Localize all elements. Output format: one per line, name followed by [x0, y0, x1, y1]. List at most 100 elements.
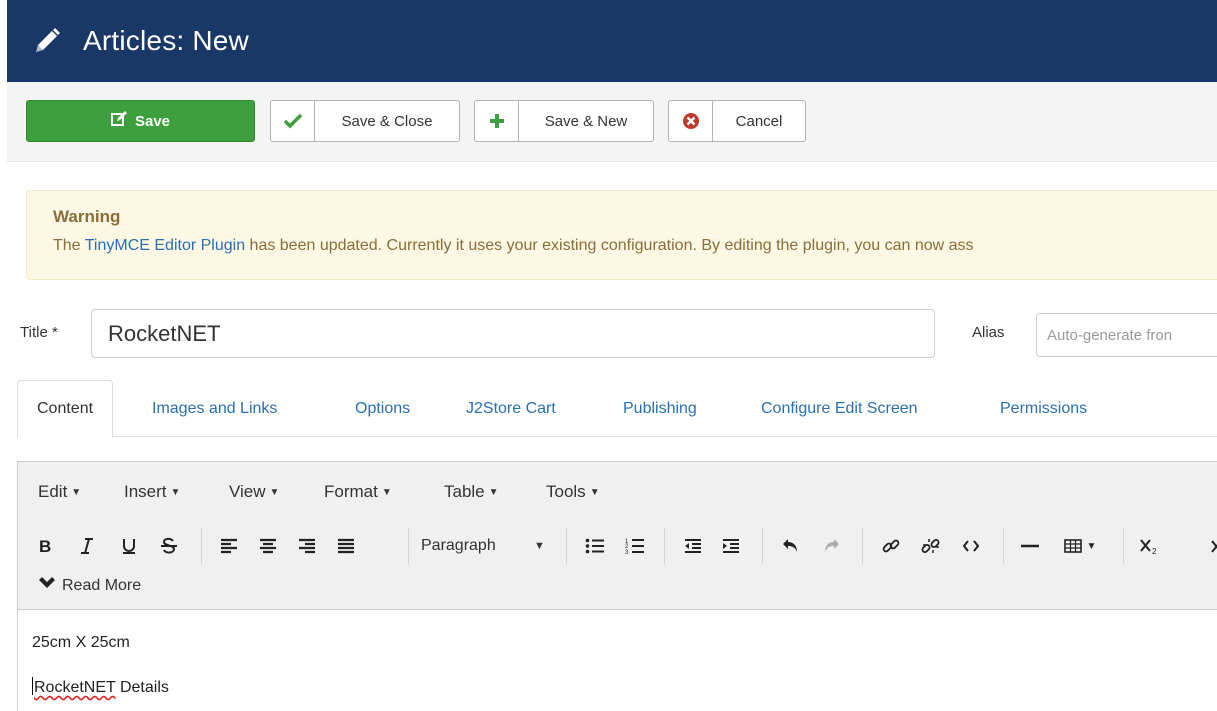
subscript-button[interactable]: 2	[1136, 532, 1162, 560]
italic-button[interactable]	[74, 532, 100, 560]
title-input[interactable]: RocketNET	[91, 309, 935, 358]
read-more-button[interactable]: Read More	[38, 570, 141, 602]
italic-icon	[80, 537, 94, 555]
horizontal-rule-icon	[1020, 543, 1040, 549]
alias-label: Alias	[972, 324, 1005, 341]
menu-format[interactable]: Format ▼	[324, 482, 392, 502]
table-button[interactable]: ▼	[1058, 532, 1102, 560]
numbered-list-button[interactable]: 123	[622, 532, 648, 560]
toolbar-separator	[566, 528, 567, 564]
tab-publishing[interactable]: Publishing	[623, 380, 697, 437]
menu-insert[interactable]: Insert ▼	[124, 482, 180, 502]
save-close-label: Save & Close	[341, 112, 433, 130]
tab-content[interactable]: Content	[17, 380, 114, 438]
toolbar-separator	[1123, 528, 1124, 564]
menu-edit[interactable]: Edit ▼	[38, 482, 81, 502]
indent-button[interactable]	[718, 532, 744, 560]
table-icon	[1063, 539, 1082, 553]
toolbar-separator	[664, 528, 665, 564]
caret-down-icon: ▼	[170, 487, 181, 498]
align-left-button[interactable]	[216, 532, 242, 560]
caret-down-icon: ▼	[534, 540, 545, 552]
edit-icon	[110, 111, 127, 131]
menu-tools-label: Tools	[546, 482, 586, 501]
misspelled-word: RocketNET	[34, 679, 116, 696]
tab-images-and-links[interactable]: Images and Links	[152, 380, 277, 437]
tab-j2store-cart[interactable]: J2Store Cart	[466, 380, 556, 437]
caret-down-icon: ▼	[589, 487, 600, 498]
toolbar-separator	[1003, 528, 1004, 564]
align-left-icon	[220, 538, 238, 554]
horizontal-rule-button[interactable]	[1017, 532, 1043, 560]
menu-edit-label: Edit	[38, 482, 68, 501]
menu-format-label: Format	[324, 482, 378, 501]
underline-button[interactable]	[116, 532, 142, 560]
bold-button[interactable]: B	[32, 532, 58, 560]
tab-options[interactable]: Options	[355, 380, 410, 437]
insert-link-button[interactable]	[878, 532, 904, 560]
title-label: Title *	[20, 324, 58, 341]
align-justify-icon	[337, 538, 355, 554]
tab-bar: Content Images and Links Options J2Store…	[17, 380, 1217, 438]
align-justify-button[interactable]	[333, 532, 359, 560]
superscript-icon	[1210, 537, 1217, 555]
tab-configure-edit-screen[interactable]: Configure Edit Screen	[761, 380, 918, 437]
align-center-icon	[259, 538, 277, 554]
editor-format-toolbar: B Paragraph ▼ 1 2 3 ▼ 2 Read More	[18, 522, 1217, 610]
pencil-icon	[29, 23, 65, 59]
save-new-button[interactable]: Save & New	[474, 100, 654, 142]
align-center-button[interactable]	[255, 532, 281, 560]
text-cursor	[32, 677, 33, 695]
subscript-icon: 2	[1139, 537, 1159, 555]
remove-link-button[interactable]	[918, 532, 944, 560]
strikethrough-icon	[161, 537, 177, 555]
menu-insert-label: Insert	[124, 482, 167, 501]
content-line-details-rest: Details	[115, 679, 169, 696]
cancel-icon	[669, 101, 713, 141]
caret-down-icon: ▼	[1086, 540, 1097, 552]
alias-placeholder: Auto-generate fron	[1047, 326, 1173, 344]
check-icon	[271, 101, 315, 141]
alias-input[interactable]: Auto-generate fron	[1036, 313, 1217, 357]
code-button[interactable]	[958, 532, 984, 560]
svg-text:B: B	[39, 537, 51, 555]
redo-button[interactable]	[818, 532, 844, 560]
superscript-button[interactable]	[1210, 532, 1217, 560]
warning-message: The TinyMCE Editor Plugin has been updat…	[53, 237, 1217, 255]
caret-down-icon: ▼	[488, 487, 499, 498]
save-close-button[interactable]: Save & Close	[270, 100, 460, 142]
unlink-icon	[921, 537, 941, 555]
svg-text:3: 3	[625, 550, 629, 555]
cancel-button[interactable]: Cancel	[668, 100, 806, 142]
menu-tools[interactable]: Tools ▼	[546, 482, 600, 502]
link-icon	[882, 537, 900, 555]
menu-table[interactable]: Table ▼	[444, 482, 499, 502]
save-button[interactable]: Save	[26, 100, 255, 142]
block-format-select[interactable]: Paragraph ▼	[421, 532, 561, 560]
toolbar-separator	[408, 528, 409, 564]
toolbar-separator	[201, 528, 202, 564]
cancel-label: Cancel	[735, 112, 783, 130]
menu-view[interactable]: View ▼	[229, 482, 279, 502]
indent-icon	[722, 538, 740, 554]
undo-button[interactable]	[778, 532, 804, 560]
strikethrough-button[interactable]	[156, 532, 182, 560]
tinymce-plugin-link[interactable]: TinyMCE Editor Plugin	[85, 237, 245, 254]
warning-heading: Warning	[53, 207, 121, 226]
save-label: Save	[134, 112, 171, 130]
toolbar-separator	[762, 528, 763, 564]
page-header: Articles: New	[7, 0, 1217, 82]
outdent-button[interactable]	[680, 532, 706, 560]
warning-alert: Warning The TinyMCE Editor Plugin has be…	[26, 190, 1217, 280]
caret-down-icon: ▼	[71, 487, 82, 498]
bullet-list-button[interactable]	[582, 532, 608, 560]
bold-icon: B	[38, 537, 52, 555]
chevron-down-icon	[38, 576, 56, 596]
align-right-button[interactable]	[294, 532, 320, 560]
page-title: Articles: New	[83, 25, 249, 56]
editor-menubar: Edit ▼ Insert ▼ View ▼ Format ▼ Table ▼ Tools…	[18, 462, 1217, 522]
tab-permissions[interactable]: Permissions	[1000, 380, 1087, 437]
toolbar-separator	[862, 528, 863, 564]
underline-icon	[122, 537, 136, 555]
save-new-label: Save & New	[544, 112, 628, 130]
